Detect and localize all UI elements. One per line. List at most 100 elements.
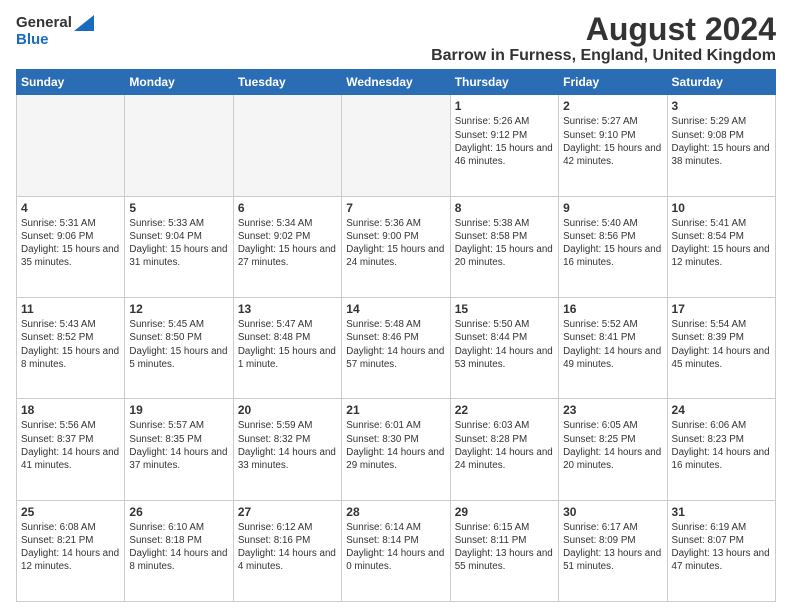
calendar-cell: 17Sunrise: 5:54 AM Sunset: 8:39 PM Dayli… — [667, 297, 775, 398]
day-number: 22 — [455, 402, 554, 418]
calendar-cell: 15Sunrise: 5:50 AM Sunset: 8:44 PM Dayli… — [450, 297, 558, 398]
calendar-cell: 6Sunrise: 5:34 AM Sunset: 9:02 PM Daylig… — [233, 196, 341, 297]
day-number: 10 — [672, 200, 771, 216]
day-info: Sunrise: 5:45 AM Sunset: 8:50 PM Dayligh… — [129, 318, 228, 371]
calendar-cell: 5Sunrise: 5:33 AM Sunset: 9:04 PM Daylig… — [125, 196, 233, 297]
day-number: 17 — [672, 301, 771, 317]
day-number: 13 — [238, 301, 337, 317]
day-info: Sunrise: 6:12 AM Sunset: 8:16 PM Dayligh… — [238, 521, 337, 574]
day-number: 19 — [129, 402, 228, 418]
title-block: August 2024 Barrow in Furness, England, … — [431, 12, 776, 65]
calendar-week-1: 1Sunrise: 5:26 AM Sunset: 9:12 PM Daylig… — [17, 95, 776, 196]
day-number: 25 — [21, 504, 120, 520]
header: General Blue August 2024 Barrow in Furne… — [16, 12, 776, 65]
day-number: 31 — [672, 504, 771, 520]
logo-icon — [74, 15, 94, 31]
day-info: Sunrise: 5:52 AM Sunset: 8:41 PM Dayligh… — [563, 318, 662, 371]
day-info: Sunrise: 5:34 AM Sunset: 9:02 PM Dayligh… — [238, 217, 337, 270]
day-info: Sunrise: 5:41 AM Sunset: 8:54 PM Dayligh… — [672, 217, 771, 270]
day-number: 8 — [455, 200, 554, 216]
calendar-cell: 13Sunrise: 5:47 AM Sunset: 8:48 PM Dayli… — [233, 297, 341, 398]
calendar-cell: 10Sunrise: 5:41 AM Sunset: 8:54 PM Dayli… — [667, 196, 775, 297]
day-info: Sunrise: 5:43 AM Sunset: 8:52 PM Dayligh… — [21, 318, 120, 371]
calendar-cell: 16Sunrise: 5:52 AM Sunset: 8:41 PM Dayli… — [559, 297, 667, 398]
day-number: 6 — [238, 200, 337, 216]
col-sunday: Sunday — [17, 70, 125, 95]
day-info: Sunrise: 5:26 AM Sunset: 9:12 PM Dayligh… — [455, 115, 554, 168]
calendar-week-5: 25Sunrise: 6:08 AM Sunset: 8:21 PM Dayli… — [17, 500, 776, 601]
day-number: 30 — [563, 504, 662, 520]
day-info: Sunrise: 6:17 AM Sunset: 8:09 PM Dayligh… — [563, 521, 662, 574]
logo: General Blue — [16, 14, 94, 49]
day-number: 21 — [346, 402, 445, 418]
day-info: Sunrise: 6:15 AM Sunset: 8:11 PM Dayligh… — [455, 521, 554, 574]
day-number: 2 — [563, 98, 662, 114]
calendar-cell: 18Sunrise: 5:56 AM Sunset: 8:37 PM Dayli… — [17, 399, 125, 500]
calendar-subtitle: Barrow in Furness, England, United Kingd… — [431, 47, 776, 65]
calendar-cell: 31Sunrise: 6:19 AM Sunset: 8:07 PM Dayli… — [667, 500, 775, 601]
day-info: Sunrise: 6:05 AM Sunset: 8:25 PM Dayligh… — [563, 419, 662, 472]
calendar-cell: 7Sunrise: 5:36 AM Sunset: 9:00 PM Daylig… — [342, 196, 450, 297]
col-monday: Monday — [125, 70, 233, 95]
day-info: Sunrise: 6:03 AM Sunset: 8:28 PM Dayligh… — [455, 419, 554, 472]
day-number: 20 — [238, 402, 337, 418]
calendar-cell: 12Sunrise: 5:45 AM Sunset: 8:50 PM Dayli… — [125, 297, 233, 398]
col-thursday: Thursday — [450, 70, 558, 95]
calendar-cell: 20Sunrise: 5:59 AM Sunset: 8:32 PM Dayli… — [233, 399, 341, 500]
calendar-cell — [233, 95, 341, 196]
calendar-table: Sunday Monday Tuesday Wednesday Thursday… — [16, 69, 776, 602]
calendar-cell: 3Sunrise: 5:29 AM Sunset: 9:08 PM Daylig… — [667, 95, 775, 196]
day-info: Sunrise: 5:29 AM Sunset: 9:08 PM Dayligh… — [672, 115, 771, 168]
day-info: Sunrise: 5:59 AM Sunset: 8:32 PM Dayligh… — [238, 419, 337, 472]
day-info: Sunrise: 5:31 AM Sunset: 9:06 PM Dayligh… — [21, 217, 120, 270]
calendar-cell: 21Sunrise: 6:01 AM Sunset: 8:30 PM Dayli… — [342, 399, 450, 500]
day-number: 29 — [455, 504, 554, 520]
day-info: Sunrise: 5:38 AM Sunset: 8:58 PM Dayligh… — [455, 217, 554, 270]
col-saturday: Saturday — [667, 70, 775, 95]
calendar-cell: 11Sunrise: 5:43 AM Sunset: 8:52 PM Dayli… — [17, 297, 125, 398]
calendar-cell: 1Sunrise: 5:26 AM Sunset: 9:12 PM Daylig… — [450, 95, 558, 196]
col-wednesday: Wednesday — [342, 70, 450, 95]
calendar-cell — [17, 95, 125, 196]
day-number: 5 — [129, 200, 228, 216]
calendar-cell: 22Sunrise: 6:03 AM Sunset: 8:28 PM Dayli… — [450, 399, 558, 500]
calendar-cell: 28Sunrise: 6:14 AM Sunset: 8:14 PM Dayli… — [342, 500, 450, 601]
day-number: 7 — [346, 200, 445, 216]
day-info: Sunrise: 5:56 AM Sunset: 8:37 PM Dayligh… — [21, 419, 120, 472]
day-info: Sunrise: 6:08 AM Sunset: 8:21 PM Dayligh… — [21, 521, 120, 574]
calendar-cell: 19Sunrise: 5:57 AM Sunset: 8:35 PM Dayli… — [125, 399, 233, 500]
day-info: Sunrise: 5:36 AM Sunset: 9:00 PM Dayligh… — [346, 217, 445, 270]
day-info: Sunrise: 6:01 AM Sunset: 8:30 PM Dayligh… — [346, 419, 445, 472]
day-info: Sunrise: 5:54 AM Sunset: 8:39 PM Dayligh… — [672, 318, 771, 371]
day-info: Sunrise: 5:47 AM Sunset: 8:48 PM Dayligh… — [238, 318, 337, 371]
calendar-week-3: 11Sunrise: 5:43 AM Sunset: 8:52 PM Dayli… — [17, 297, 776, 398]
page: General Blue August 2024 Barrow in Furne… — [0, 0, 792, 612]
calendar-cell: 9Sunrise: 5:40 AM Sunset: 8:56 PM Daylig… — [559, 196, 667, 297]
day-number: 14 — [346, 301, 445, 317]
day-number: 1 — [455, 98, 554, 114]
logo-general: General — [16, 14, 72, 31]
calendar-cell: 23Sunrise: 6:05 AM Sunset: 8:25 PM Dayli… — [559, 399, 667, 500]
day-info: Sunrise: 5:33 AM Sunset: 9:04 PM Dayligh… — [129, 217, 228, 270]
day-number: 23 — [563, 402, 662, 418]
day-number: 15 — [455, 301, 554, 317]
day-info: Sunrise: 5:57 AM Sunset: 8:35 PM Dayligh… — [129, 419, 228, 472]
day-number: 9 — [563, 200, 662, 216]
calendar-cell: 2Sunrise: 5:27 AM Sunset: 9:10 PM Daylig… — [559, 95, 667, 196]
calendar-cell: 29Sunrise: 6:15 AM Sunset: 8:11 PM Dayli… — [450, 500, 558, 601]
col-friday: Friday — [559, 70, 667, 95]
calendar-cell: 14Sunrise: 5:48 AM Sunset: 8:46 PM Dayli… — [342, 297, 450, 398]
day-info: Sunrise: 6:19 AM Sunset: 8:07 PM Dayligh… — [672, 521, 771, 574]
calendar-cell: 4Sunrise: 5:31 AM Sunset: 9:06 PM Daylig… — [17, 196, 125, 297]
day-number: 3 — [672, 98, 771, 114]
calendar-cell — [342, 95, 450, 196]
calendar-cell: 30Sunrise: 6:17 AM Sunset: 8:09 PM Dayli… — [559, 500, 667, 601]
calendar-cell: 26Sunrise: 6:10 AM Sunset: 8:18 PM Dayli… — [125, 500, 233, 601]
day-number: 16 — [563, 301, 662, 317]
calendar-cell: 24Sunrise: 6:06 AM Sunset: 8:23 PM Dayli… — [667, 399, 775, 500]
day-number: 26 — [129, 504, 228, 520]
calendar-header-row: Sunday Monday Tuesday Wednesday Thursday… — [17, 70, 776, 95]
day-info: Sunrise: 5:48 AM Sunset: 8:46 PM Dayligh… — [346, 318, 445, 371]
logo-blue: Blue — [16, 31, 49, 48]
day-info: Sunrise: 5:40 AM Sunset: 8:56 PM Dayligh… — [563, 217, 662, 270]
